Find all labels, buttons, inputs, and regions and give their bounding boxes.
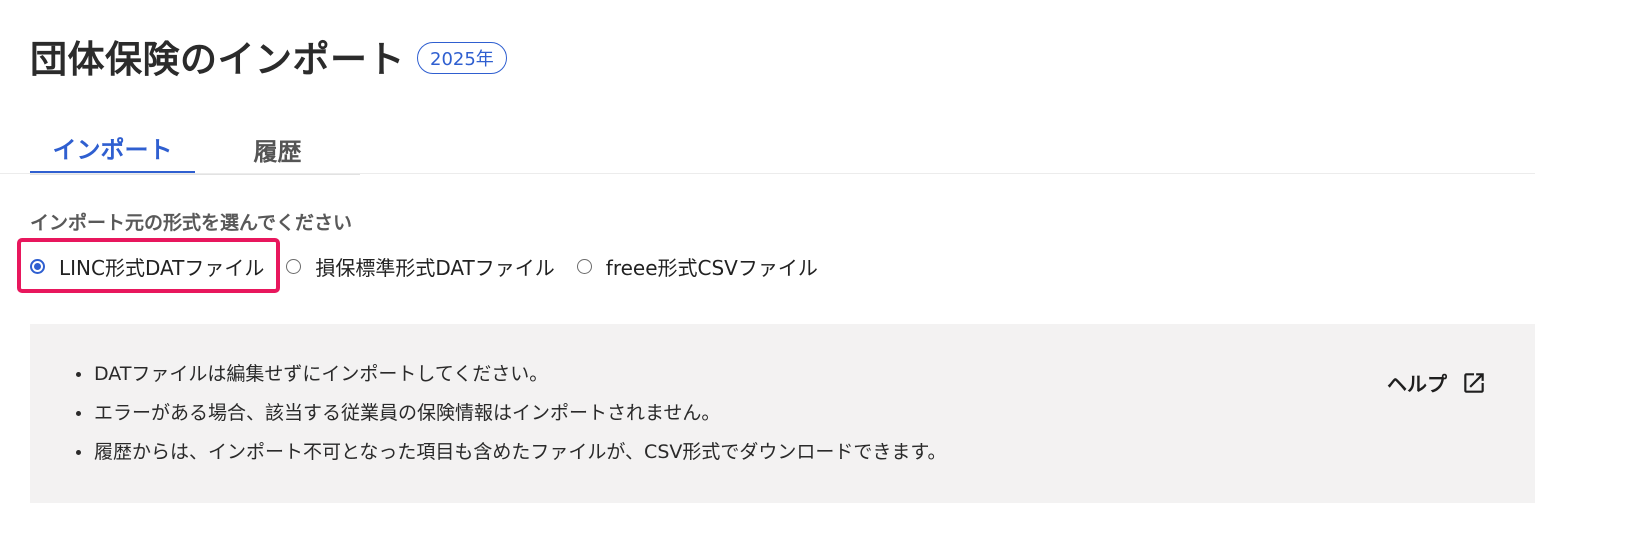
info-note-item: エラーがある場合、該当する従業員の保険情報はインポートされません。 (74, 397, 946, 436)
tab-history[interactable]: 履歴 (195, 124, 360, 174)
radio-checked-icon[interactable] (30, 258, 45, 274)
info-note-item: 履歴からは、インポート不可となった項目も含めたファイルが、CSV形式でダウンロー… (74, 436, 946, 475)
radio-option-label: LINC形式DATファイル (59, 255, 265, 280)
format-radio-group: LINC形式DATファイル 損保標準形式DATファイル freee形式CSVファ… (30, 246, 840, 286)
tab-import[interactable]: インポート (30, 124, 195, 174)
page-header: 団体保険のインポート 2025年 (30, 30, 507, 82)
tab-divider (0, 173, 1535, 174)
page-title: 団体保険のインポート (30, 38, 405, 81)
radio-unchecked-icon[interactable] (576, 258, 592, 274)
format-select-label: インポート元の形式を選んでください (30, 212, 353, 234)
radio-option-freee-csv[interactable]: freee形式CSVファイル (576, 246, 818, 286)
year-badge: 2025年 (417, 42, 507, 74)
help-link-label: ヘルプ (1387, 372, 1447, 396)
info-note-item: DATファイルは編集せずにインポートしてください。 (74, 358, 946, 397)
info-panel: DATファイルは編集せずにインポートしてください。 エラーがある場合、該当する従… (30, 324, 1535, 503)
info-notes-list: DATファイルは編集せずにインポートしてください。 エラーがある場合、該当する従… (74, 358, 946, 475)
external-link-icon (1464, 372, 1484, 393)
radio-option-label: freee形式CSVファイル (605, 255, 818, 280)
page: 団体保険のインポート 2025年 インポート 履歴 インポート元の形式を選んでく… (0, 0, 1650, 559)
radio-unchecked-icon[interactable] (286, 258, 302, 274)
radio-option-sonpo-dat[interactable]: 損保標準形式DATファイル (286, 246, 555, 286)
tab-bar: インポート 履歴 (30, 124, 360, 175)
radio-option-label: 損保標準形式DATファイル (315, 255, 555, 280)
help-link[interactable]: ヘルプ (1387, 368, 1487, 397)
radio-option-linc-dat[interactable]: LINC形式DATファイル (30, 246, 264, 286)
